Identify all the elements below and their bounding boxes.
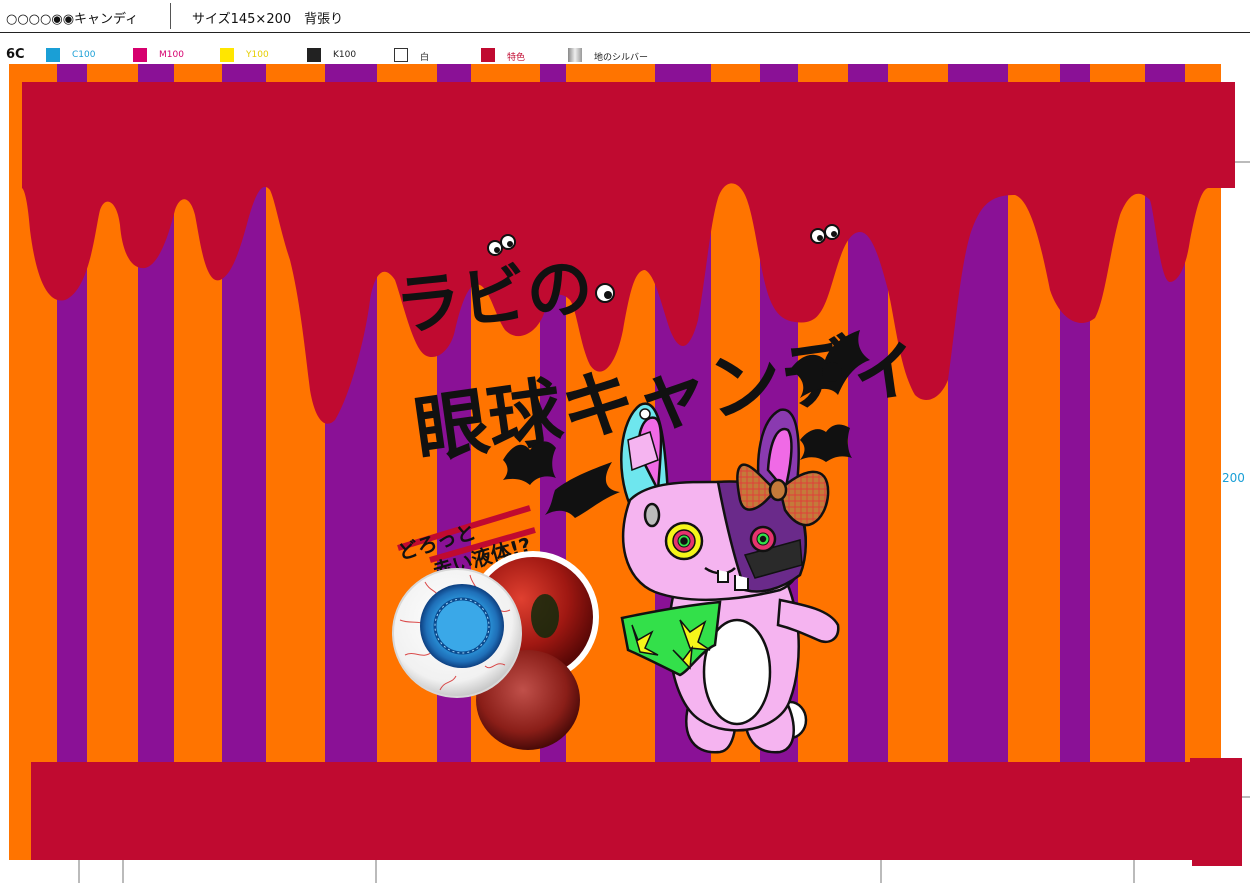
- dimension-label: 200: [1222, 471, 1245, 485]
- left-orange-edge: [9, 64, 23, 850]
- package-artwork: ラビの 眼球キャンディ どろっと 赤い液体!?: [9, 64, 1250, 883]
- bottom-red-band: [31, 758, 1242, 866]
- eyeball-candy-image: [392, 568, 522, 698]
